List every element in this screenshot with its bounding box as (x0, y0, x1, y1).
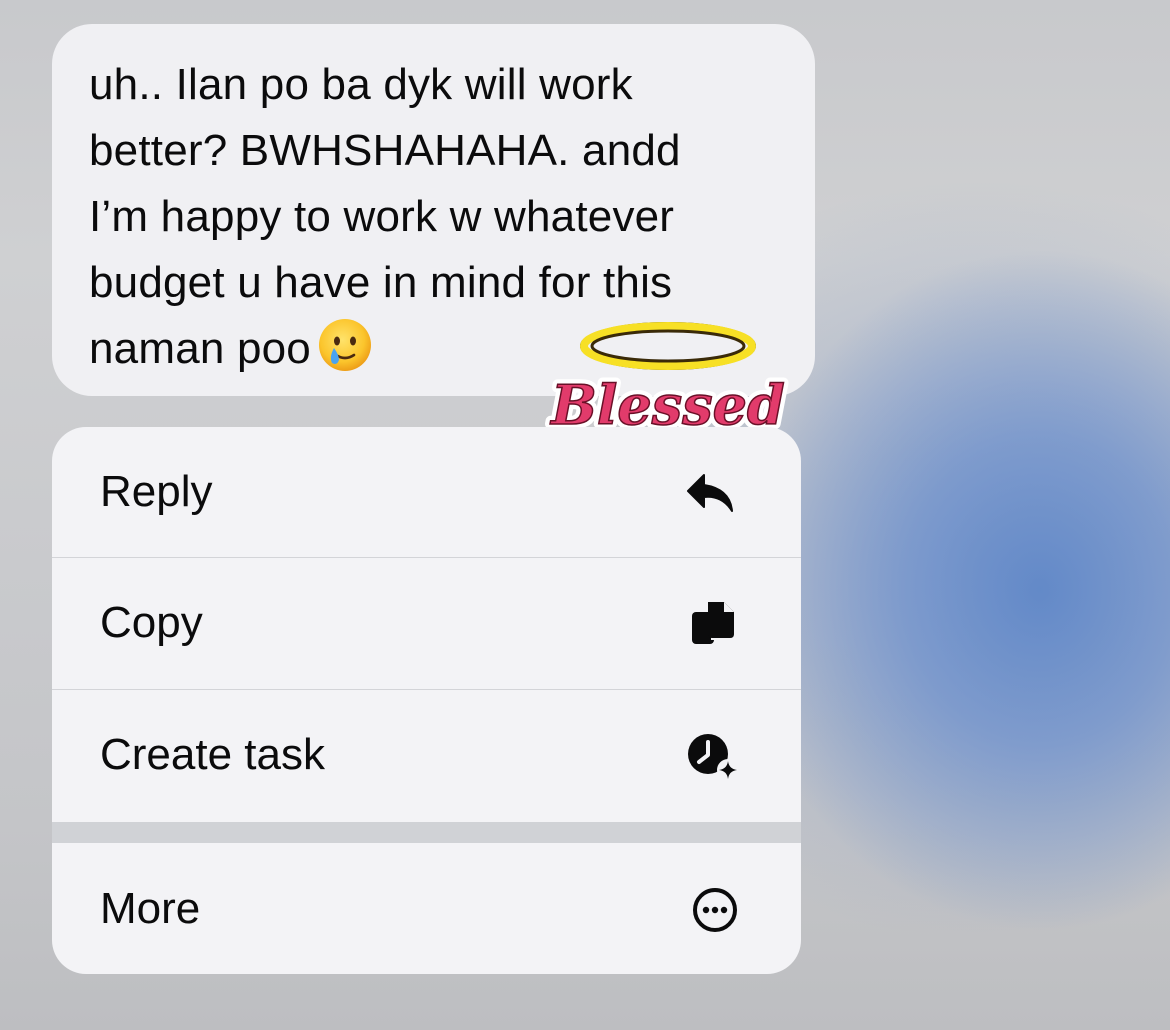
menu-group-separator (52, 822, 801, 843)
menu-item-label: Reply (100, 467, 213, 516)
message-line-2: better? BWHSHAHAHA. andd (89, 126, 681, 175)
menu-item-copy[interactable]: Copy (52, 558, 801, 688)
menu-item-more[interactable]: More (52, 844, 801, 974)
clock-sparkle-icon (688, 734, 739, 781)
menu-item-create-task[interactable]: Create task (52, 690, 801, 820)
copy-documents-icon (692, 602, 734, 644)
message-line-3: I’m happy to work w whatever (89, 192, 675, 241)
crying-smile-emoji-icon (318, 319, 371, 371)
reply-arrow-icon (687, 474, 733, 512)
context-menu: Reply Copy Create task More (52, 427, 801, 974)
menu-item-label: Create task (100, 730, 325, 779)
menu-item-label: Copy (100, 598, 203, 647)
message-line-5: naman poo (89, 324, 311, 373)
message-line-1: uh.. Ilan po ba dyk will work (89, 60, 633, 109)
message-line-4: budget u have in mind for this (89, 258, 673, 307)
ellipsis-circle-icon (693, 888, 737, 932)
menu-item-reply[interactable]: Reply (52, 427, 801, 557)
menu-item-label: More (100, 884, 201, 933)
